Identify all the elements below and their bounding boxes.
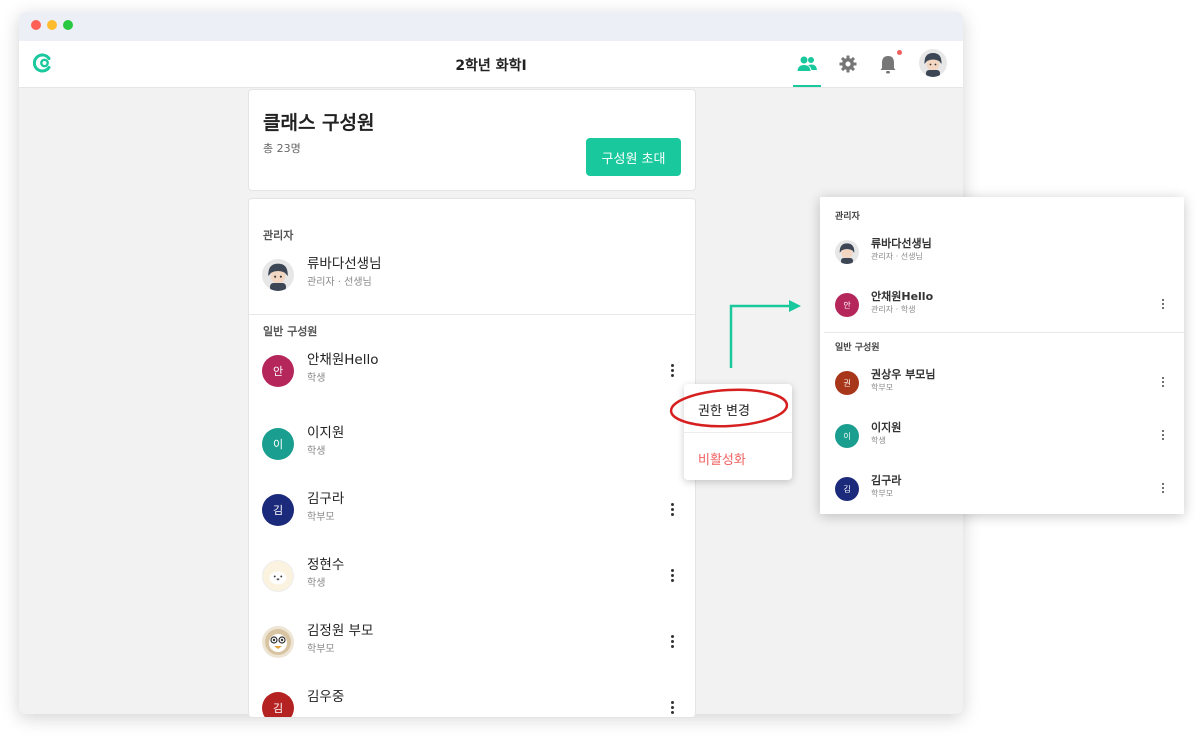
class-members-header-card: 클래스 구성원 총 23명 구성원 초대 [248, 89, 696, 191]
avatar [262, 259, 294, 291]
member-row[interactable]: 안 안채원Hello 관리자 · 학생 [820, 290, 1184, 333]
active-tab-indicator [793, 85, 821, 87]
member-role: 관리자 · 선생님 [307, 277, 372, 288]
member-name: 안채원Hello [307, 352, 379, 368]
admin-section-label: 관리자 [263, 229, 294, 242]
general-section-label: 일반 구성원 [263, 325, 318, 338]
member-name: 김구라 [307, 491, 345, 507]
maximize-window-button[interactable] [63, 20, 73, 30]
avatar [835, 240, 859, 264]
section-divider [249, 314, 695, 315]
avatar: 권 [835, 371, 859, 395]
section-title: 클래스 구성원 [263, 112, 375, 134]
deactivate-menu-item[interactable]: 비활성화 [698, 449, 746, 468]
member-role: 관리자 · 학생 [871, 305, 916, 314]
admin-row[interactable]: 류바다선생님 관리자 · 선생님 [249, 256, 695, 319]
more-options-icon[interactable] [665, 360, 679, 380]
invite-member-button[interactable]: 구성원 초대 [586, 138, 681, 176]
more-options-icon[interactable] [665, 697, 679, 717]
member-name: 김우중 [307, 689, 345, 705]
member-role: 관리자 · 선생님 [871, 252, 923, 261]
avatar: 안 [835, 293, 859, 317]
more-options-icon[interactable] [1158, 296, 1168, 312]
avatar: 안 [262, 355, 294, 387]
member-row[interactable]: 권 권상우 부모님 학부모 [820, 368, 1184, 411]
member-row[interactable]: 안 안채원Hello 학생 [249, 352, 695, 415]
arrow-annotation-icon [729, 300, 801, 368]
section-divider [824, 332, 1184, 333]
highlight-circle-annotation [669, 388, 789, 428]
member-name: 김정원 부모 [307, 623, 374, 639]
more-options-icon[interactable] [1158, 480, 1168, 496]
window-titlebar [19, 12, 963, 41]
bell-icon[interactable] [877, 53, 899, 75]
zoomed-member-panel: 관리자 류바다선생님 관리자 · 선생님 안 안채원Hello 관리자 · 학생… [820, 197, 1184, 514]
member-name: 정현수 [307, 557, 345, 573]
minimize-window-button[interactable] [47, 20, 57, 30]
close-window-button[interactable] [31, 20, 41, 30]
member-role: 학부모 [871, 489, 894, 498]
member-role: 학생 [871, 436, 886, 445]
member-name: 김구라 [871, 474, 902, 487]
more-options-icon[interactable] [1158, 427, 1168, 443]
more-options-icon[interactable] [665, 499, 679, 519]
more-options-icon[interactable] [665, 631, 679, 651]
member-count: 총 23명 [263, 142, 301, 155]
member-row[interactable]: 이 이지원 학생 [820, 421, 1184, 464]
member-name: 이지원 [307, 425, 345, 441]
notification-dot [897, 50, 902, 55]
avatar: 김 [262, 692, 294, 717]
member-row[interactable]: 김 김구라 학부모 [820, 474, 1184, 517]
app-header: 2학년 화학I [19, 41, 963, 88]
more-options-icon[interactable] [665, 565, 679, 585]
member-name: 권상우 부모님 [871, 368, 936, 381]
member-list-card: 관리자 류바다선생님 관리자 · 선생님 일반 구성원 안 안채원Hello 학… [248, 198, 696, 718]
member-name: 류바다선생님 [307, 256, 382, 272]
member-role: 학부모 [307, 512, 335, 523]
avatar: 이 [835, 424, 859, 448]
avatar [262, 560, 294, 592]
member-row[interactable]: 김 김우중 [249, 689, 695, 717]
member-role: 학부모 [871, 383, 894, 392]
avatar [262, 626, 294, 658]
members-icon[interactable] [796, 53, 818, 75]
general-section-label: 일반 구성원 [835, 343, 880, 353]
member-row[interactable]: 이 이지원 학생 [249, 425, 695, 488]
member-name: 이지원 [871, 421, 902, 434]
avatar: 김 [262, 494, 294, 526]
admin-section-label: 관리자 [835, 212, 860, 222]
member-role: 학생 [307, 373, 326, 384]
page-title: 2학년 화학I [455, 58, 527, 74]
member-name: 안채원Hello [871, 290, 934, 303]
avatar: 이 [262, 428, 294, 460]
member-role: 학부모 [307, 644, 335, 655]
avatar: 김 [835, 477, 859, 501]
profile-avatar[interactable] [919, 49, 947, 77]
member-row[interactable]: 김정원 부모 학부모 [249, 623, 695, 686]
menu-divider [684, 432, 792, 433]
member-row[interactable]: 정현수 학생 [249, 557, 695, 620]
member-role: 학생 [307, 446, 326, 457]
gear-icon[interactable] [837, 53, 859, 75]
member-role: 학생 [307, 578, 326, 589]
more-options-icon[interactable] [1158, 374, 1168, 390]
member-row[interactable]: 김 김구라 학부모 [249, 491, 695, 554]
member-row[interactable]: 류바다선생님 관리자 · 선생님 [820, 237, 1184, 280]
member-name: 류바다선생님 [871, 237, 932, 250]
